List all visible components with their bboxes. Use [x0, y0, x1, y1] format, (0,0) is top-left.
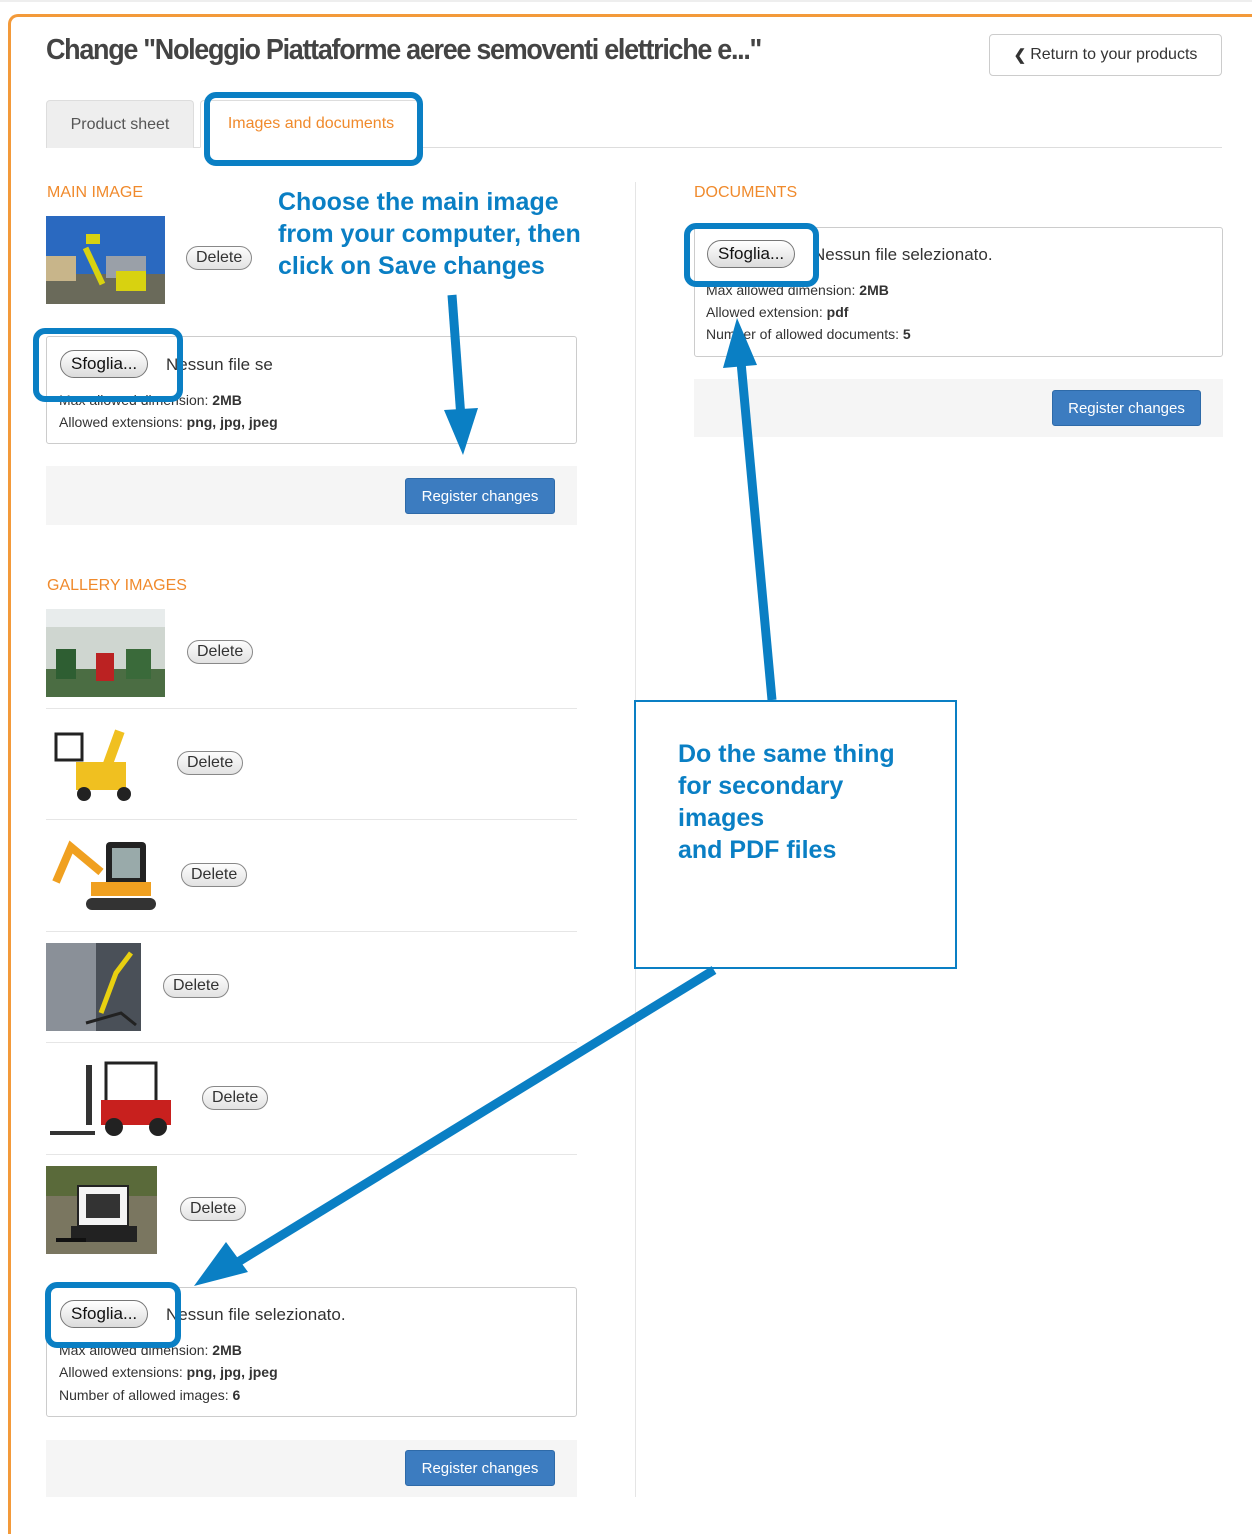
- arrow-head: [723, 318, 757, 368]
- annotation-arrows: [194, 294, 777, 1286]
- arrow-head: [444, 408, 478, 455]
- arrow-head: [194, 1242, 248, 1286]
